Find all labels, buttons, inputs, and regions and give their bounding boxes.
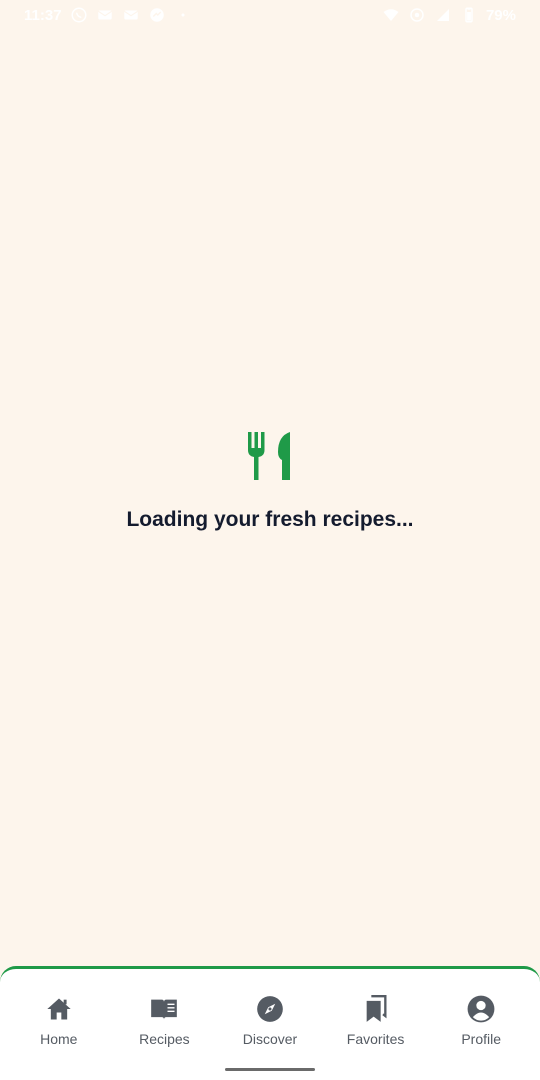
compass-icon [257,996,283,1022]
status-left: 11:37 [24,7,192,24]
loading-message: Loading your fresh recipes... [126,508,414,531]
dot-icon [174,8,192,22]
messenger-icon [148,8,166,22]
nav-item-favorites[interactable]: Favorites [326,995,426,1047]
book-icon [151,999,178,1020]
nav-item-home[interactable]: Home [9,995,109,1047]
battery-icon [460,7,478,23]
status-right: 79% [382,7,516,24]
whatsapp-icon [70,7,88,23]
nav-label-favorites: Favorites [346,1031,405,1047]
status-bar: 11:37 79% [0,0,540,30]
nav-item-discover[interactable]: Discover [220,995,320,1047]
nav-item-profile[interactable]: Profile [431,995,531,1047]
profile-icon [467,995,495,1023]
nav-label-discover: Discover [242,1031,298,1047]
mail-icon [122,8,140,22]
wifi-icon [382,8,400,22]
home-indicator[interactable] [225,1068,315,1071]
nav-label-recipes: Recipes [139,1031,190,1047]
nav-label-home: Home [40,1031,78,1047]
status-time: 11:37 [24,6,62,24]
nav-item-recipes[interactable]: Recipes [114,995,214,1047]
fork-knife-icon [246,430,294,482]
bookmark-icon [366,995,387,1022]
nav-label-profile: Profile [461,1031,502,1047]
hotspot-icon [408,8,426,22]
mail-icon [96,8,114,22]
loading-panel: Loading your fresh recipes... [0,430,540,532]
bottom-navigation: Home Recipes Discover Favorites Profile [0,966,540,1080]
home-icon [47,998,71,1020]
signal-icon [434,8,452,22]
nav-items: Home Recipes Discover Favorites Profile [0,995,540,1047]
battery-percent: 79% [485,6,516,24]
